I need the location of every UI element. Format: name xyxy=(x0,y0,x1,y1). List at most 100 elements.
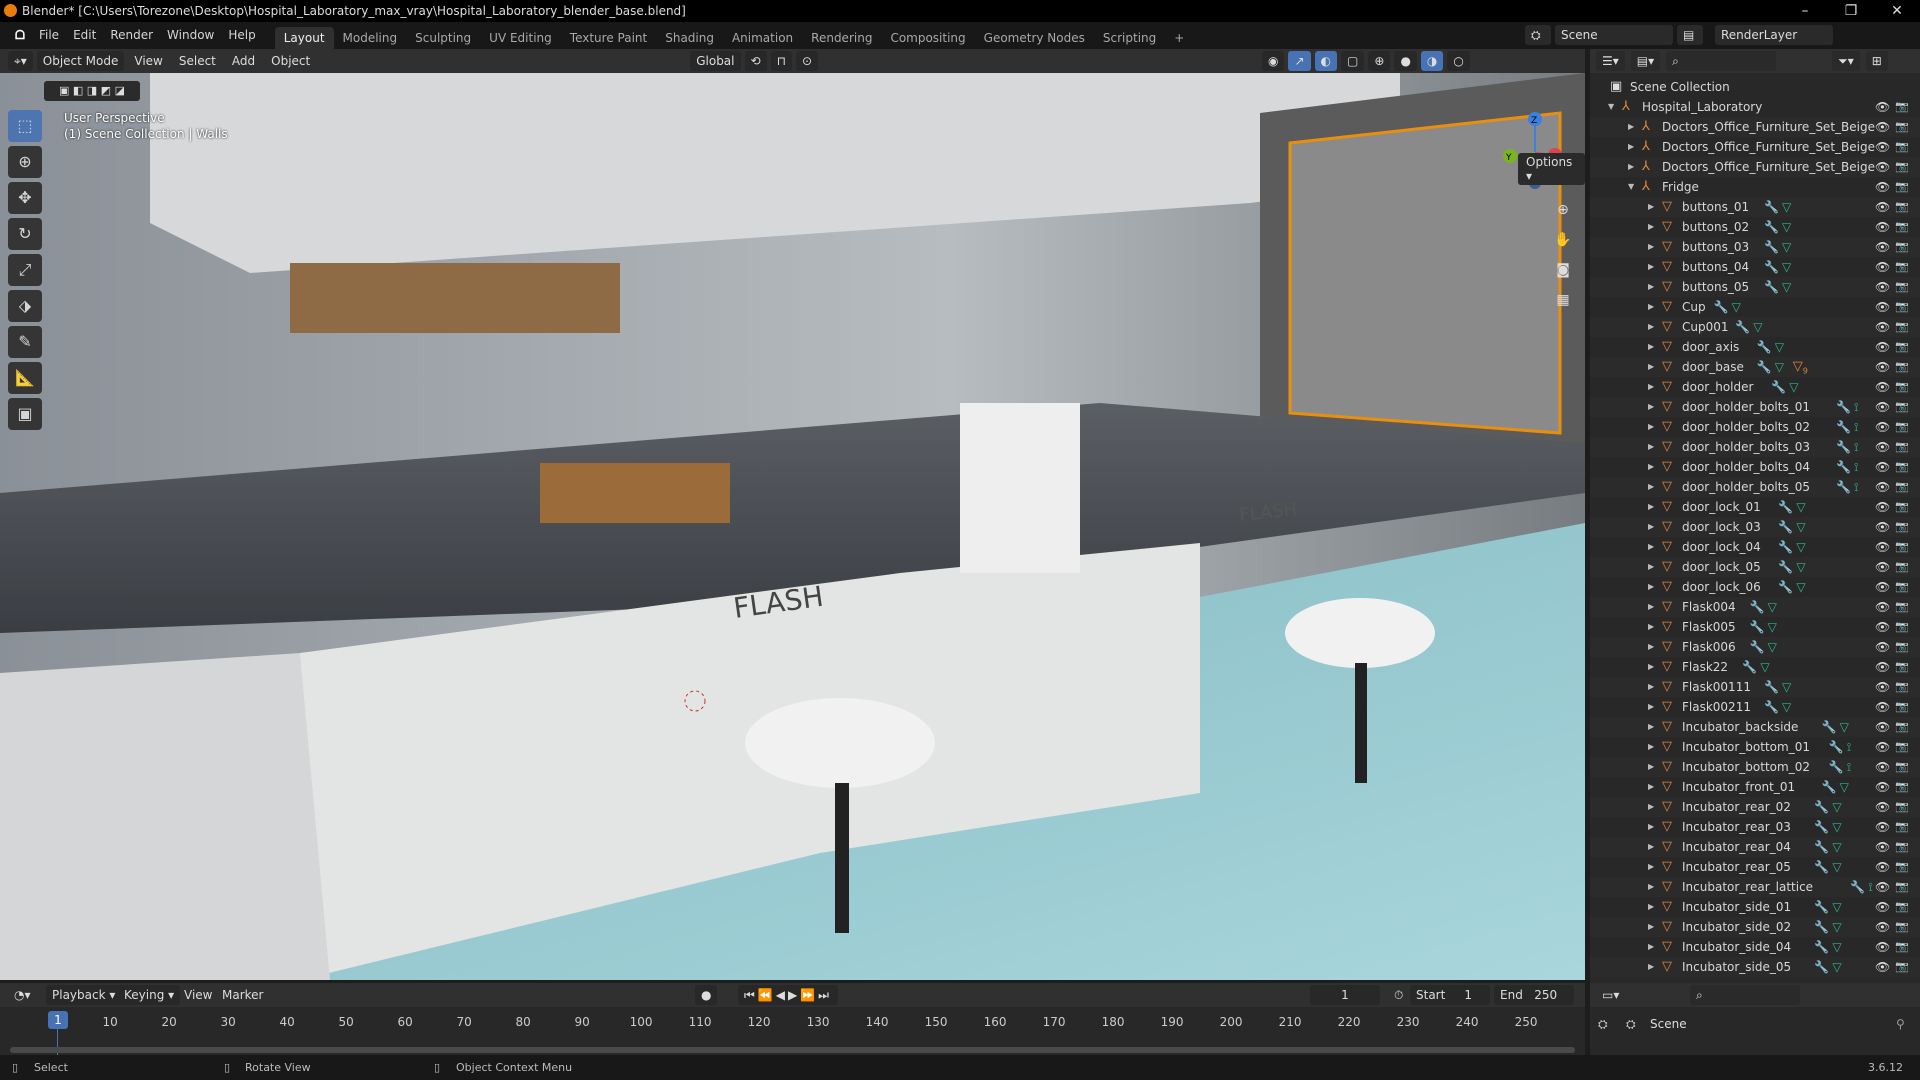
modifier-wrench-icon[interactable]: 🔧 xyxy=(1814,937,1829,957)
outliner-row[interactable]: ▶ ⅄ Doctors_Office_Furniture_Set_Beige 👁 📷 xyxy=(1590,137,1920,157)
outliner-row[interactable]: ▶ ▽ door_holder_bolts_04 🔧 ⟟ 👁 📷 xyxy=(1590,457,1920,477)
visibility-eye-icon[interactable]: 👁 xyxy=(1875,817,1890,837)
render-camera-icon[interactable]: 📷 xyxy=(1895,517,1909,537)
render-camera-icon[interactable]: 📷 xyxy=(1895,817,1909,837)
expand-arrow-icon[interactable]: ▶ xyxy=(1648,877,1654,897)
timeline-view-menu[interactable]: View xyxy=(178,985,218,1005)
outliner-row[interactable]: ▶ ▽ buttons_02 🔧 ▽ 👁 📷 xyxy=(1590,217,1920,237)
outliner-row[interactable]: ▶ ▽ door_lock_03 🔧 ▽ 👁 📷 xyxy=(1590,517,1920,537)
expand-arrow-icon[interactable]: ▶ xyxy=(1648,817,1654,837)
mesh-data-icon[interactable]: ▽ xyxy=(1768,637,1777,657)
modifier-wrench-icon[interactable]: 🔧 xyxy=(1778,537,1793,557)
render-camera-icon[interactable]: 📷 xyxy=(1895,637,1909,657)
expand-arrow-icon[interactable]: ▶ xyxy=(1648,437,1654,457)
outliner-row[interactable]: ▶ ▽ Incubator_rear_03 🔧 ▽ 👁 📷 xyxy=(1590,817,1920,837)
visibility-eye-icon[interactable]: 👁 xyxy=(1875,637,1890,657)
visibility-eye-icon[interactable]: 👁 xyxy=(1875,417,1890,437)
mesh-data-icon[interactable]: ▽ xyxy=(1789,377,1798,397)
zoom-icon[interactable]: ⊕ xyxy=(1551,198,1575,222)
mesh-data-icon[interactable]: ▽ xyxy=(1782,277,1791,297)
transform-orientation-dropdown[interactable]: Global xyxy=(690,51,741,71)
modifier-wrench-icon[interactable]: 🔧 xyxy=(1814,897,1829,917)
menu-add[interactable]: Add xyxy=(226,51,261,71)
properties-editor-icon[interactable]: ▭▾ xyxy=(1596,985,1625,1005)
visibility-eye-icon[interactable]: 👁 xyxy=(1875,597,1890,617)
modifier-wrench-icon[interactable]: 🔧 xyxy=(1764,677,1779,697)
visibility-eye-icon[interactable]: 👁 xyxy=(1875,537,1890,557)
mesh-data-icon[interactable]: ▽ xyxy=(1840,777,1849,797)
modifier-wrench-icon[interactable]: 🔧 xyxy=(1836,397,1851,417)
outliner-row[interactable]: ▶ ▽ Incubator_front_01 🔧 ▽ 👁 📷 xyxy=(1590,777,1920,797)
expand-arrow-icon[interactable]: ▶ xyxy=(1648,517,1654,537)
mesh-data-icon[interactable]: ▽ xyxy=(1832,837,1841,857)
outliner-row[interactable]: ▶ ▽ Incubator_side_01 🔧 ▽ 👁 📷 xyxy=(1590,897,1920,917)
render-camera-icon[interactable]: 📷 xyxy=(1895,737,1909,757)
menu-window[interactable]: Window xyxy=(160,22,221,49)
expand-arrow-icon[interactable]: ▶ xyxy=(1648,597,1654,617)
marker-menu[interactable]: Marker xyxy=(216,985,269,1005)
visibility-eye-icon[interactable]: 👁 xyxy=(1875,177,1890,197)
expand-arrow-icon[interactable]: ▶ xyxy=(1648,837,1654,857)
tab-uv-editing[interactable]: UV Editing xyxy=(480,27,561,49)
expand-arrow-icon[interactable]: ▶ xyxy=(1648,217,1654,237)
collapse-arrow-icon[interactable]: ▼ xyxy=(1628,177,1634,197)
render-camera-icon[interactable]: 📷 xyxy=(1895,397,1909,417)
outliner-row[interactable]: ▶ ▽ door_holder 🔧 ▽ 👁 📷 xyxy=(1590,377,1920,397)
tab-shading[interactable]: Shading xyxy=(656,27,723,49)
expand-arrow-icon[interactable]: ▶ xyxy=(1648,257,1654,277)
render-camera-icon[interactable]: 📷 xyxy=(1895,617,1909,637)
expand-arrow-icon[interactable]: ▶ xyxy=(1648,397,1654,417)
render-camera-icon[interactable]: 📷 xyxy=(1895,157,1909,177)
visibility-eye-icon[interactable]: 👁 xyxy=(1875,717,1890,737)
render-camera-icon[interactable]: 📷 xyxy=(1895,477,1909,497)
expand-arrow-icon[interactable]: ▶ xyxy=(1648,797,1654,817)
expand-arrow-icon[interactable]: ▶ xyxy=(1648,337,1654,357)
expand-arrow-icon[interactable]: ▶ xyxy=(1648,297,1654,317)
render-camera-icon[interactable]: 📷 xyxy=(1895,597,1909,617)
menu-edit[interactable]: Edit xyxy=(66,22,103,49)
render-camera-icon[interactable]: 📷 xyxy=(1895,437,1909,457)
mesh-data-icon[interactable]: ▽ xyxy=(1832,817,1841,837)
outliner-row[interactable]: ▶ ▽ Incubator_side_02 🔧 ▽ 👁 📷 xyxy=(1590,917,1920,937)
render-camera-icon[interactable]: 📷 xyxy=(1895,237,1909,257)
proportional-edit-icon[interactable]: ⊙ xyxy=(795,51,818,71)
mesh-data-icon[interactable]: ▽ xyxy=(1796,557,1805,577)
scene-name-field[interactable]: Scene xyxy=(1555,25,1673,45)
modifier-wrench-icon[interactable]: 🔧 xyxy=(1778,577,1793,597)
outliner-row[interactable]: ▶ ▽ Cup 🔧 ▽ 👁 📷 xyxy=(1590,297,1920,317)
modifier-wrench-icon[interactable]: 🔧 xyxy=(1714,297,1729,317)
outliner-row[interactable]: ▶ ▽ door_lock_05 🔧 ▽ 👁 📷 xyxy=(1590,557,1920,577)
mesh-data-icon[interactable]: ▽ xyxy=(1832,957,1841,977)
move-tool-icon[interactable]: ✥ xyxy=(8,182,42,214)
add-workspace-button[interactable]: + xyxy=(1165,27,1193,49)
expand-arrow-icon[interactable]: ▶ xyxy=(1648,537,1654,557)
menu-view[interactable]: View xyxy=(128,51,168,71)
mesh-data-icon[interactable]: ▽ xyxy=(1832,937,1841,957)
render-camera-icon[interactable]: 📷 xyxy=(1895,497,1909,517)
modifier-wrench-icon[interactable]: 🔧 xyxy=(1836,457,1851,477)
visibility-eye-icon[interactable]: 👁 xyxy=(1875,557,1890,577)
stopwatch-icon[interactable]: ⏱ xyxy=(1388,985,1409,1005)
outliner-row[interactable]: ▶ ▽ buttons_04 🔧 ▽ 👁 📷 xyxy=(1590,257,1920,277)
tab-rendering[interactable]: Rendering xyxy=(802,27,881,49)
modifier-wrench-icon[interactable]: 🔧 xyxy=(1757,337,1772,357)
expand-arrow-icon[interactable]: ▶ xyxy=(1648,577,1654,597)
mesh-data-icon[interactable]: ▽ xyxy=(1782,217,1791,237)
tab-sculpting[interactable]: Sculpting xyxy=(406,27,480,49)
render-camera-icon[interactable]: 📷 xyxy=(1895,857,1909,877)
visibility-eye-icon[interactable]: 👁 xyxy=(1875,897,1890,917)
visibility-eye-icon[interactable]: 👁 xyxy=(1875,457,1890,477)
filter-icon[interactable]: ⏷▾ xyxy=(1832,51,1860,71)
expand-arrow-icon[interactable]: ▶ xyxy=(1648,757,1654,777)
mesh-data-icon[interactable]: ▽ xyxy=(1768,617,1777,637)
modifier-wrench-icon[interactable]: 🔧 xyxy=(1822,777,1837,797)
modifier-wrench-icon[interactable]: 🔧 xyxy=(1814,917,1829,937)
modifier-wrench-icon[interactable]: 🔧 xyxy=(1771,377,1786,397)
outliner-row[interactable]: ▶ ▽ Cup001 🔧 ▽ 👁 📷 xyxy=(1590,317,1920,337)
outliner-row[interactable]: ▶ ▽ door_base 🔧 ▽ ▽9 👁 📷 xyxy=(1590,357,1920,377)
view-layer-field[interactable]: RenderLayer xyxy=(1715,25,1833,45)
expand-arrow-icon[interactable]: ▶ xyxy=(1648,557,1654,577)
expand-arrow-icon[interactable]: ▶ xyxy=(1648,857,1654,877)
visibility-eye-icon[interactable]: 👁 xyxy=(1875,237,1890,257)
vertex-group-icon[interactable]: ⟟ xyxy=(1854,457,1858,477)
